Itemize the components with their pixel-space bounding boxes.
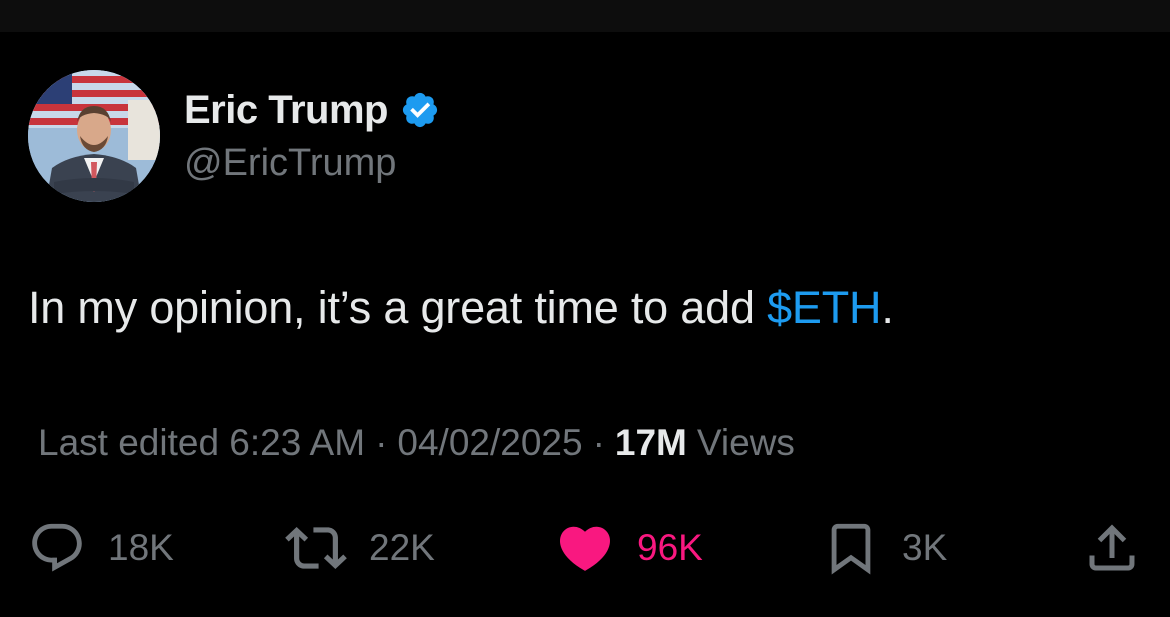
reply-button[interactable]: 18K [28,518,174,578]
views-count: 17M [614,422,687,463]
reply-count: 18K [108,527,174,568]
bookmark-icon [831,523,871,575]
tweet-text-before: In my opinion, it’s a great time to add [28,282,768,333]
verified-badge-icon [402,92,438,128]
avatar-photo [28,70,160,202]
meta-separator: · [592,422,605,463]
edited-label[interactable]: Last edited 6:23 AM [38,422,365,464]
tweet: Eric Trump @EricTrump In my opinion, it’… [0,32,1170,617]
tweet-text: In my opinion, it’s a great time to add … [28,282,894,334]
bookmark-count: 3K [902,527,948,568]
tweet-date[interactable]: 04/02/2025 [397,422,582,464]
heart-icon [559,526,611,571]
bookmark-button[interactable]: 3K [822,518,947,578]
avatar[interactable] [28,70,160,202]
repost-button[interactable]: 22K [285,518,435,578]
action-bar: 18K 22K 96K 3K [0,518,1170,578]
status-bar-strip [0,0,1170,32]
like-button[interactable]: 96K [555,518,703,578]
author-display-name[interactable]: Eric Trump [184,88,388,133]
share-icon [1089,524,1135,571]
cashtag-link[interactable]: $ETH [767,282,881,333]
views-label: Views [696,422,795,463]
like-count: 96K [637,527,703,568]
tweet-text-after: . [881,282,894,333]
author-name-row: Eric Trump [184,86,440,134]
reply-icon [32,523,82,572]
author-handle[interactable]: @EricTrump [184,142,396,185]
meta-separator: · [375,422,388,463]
share-button[interactable] [1082,518,1142,578]
repost-count: 22K [369,527,435,568]
tweet-meta: Last edited 6:23 AM · 04/02/2025 · 17M V… [38,422,795,464]
repost-icon [285,527,347,569]
